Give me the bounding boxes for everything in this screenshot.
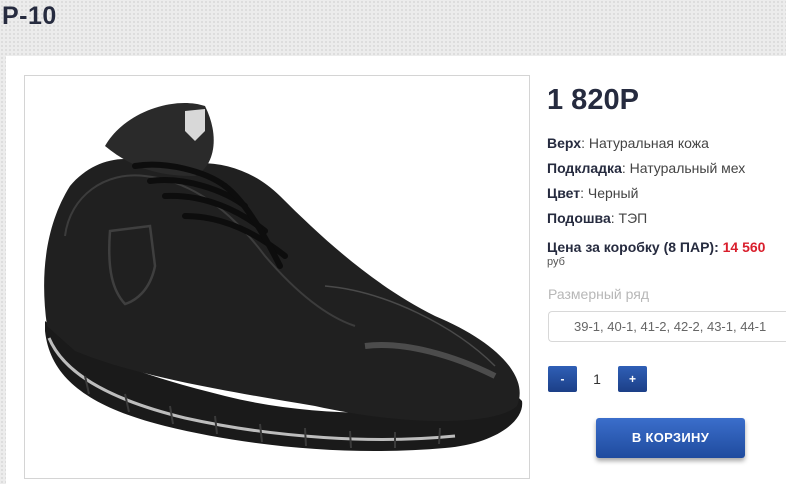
spec-label: Верх: [547, 135, 582, 151]
box-price-currency: руб: [547, 256, 565, 268]
product-price: 1 820Р: [547, 84, 639, 116]
spec-sole: Подошва: ТЭП: [547, 210, 648, 226]
sizes-select[interactable]: 39-1, 40-1, 41-2, 42-2, 43-1, 44-1: [548, 311, 786, 342]
quantity-increase-button[interactable]: +: [618, 366, 647, 392]
spec-value: ТЭП: [618, 210, 648, 226]
spec-value: Натуральная кожа: [588, 135, 709, 151]
spec-color: Цвет: Черный: [547, 185, 639, 201]
quantity-decrease-button[interactable]: -: [548, 366, 577, 392]
product-title: P-10: [2, 2, 57, 30]
spec-value: Черный: [587, 185, 639, 201]
add-to-cart-button[interactable]: В КОРЗИНУ: [596, 418, 745, 458]
sizes-label: Размерный ряд: [548, 286, 650, 302]
quantity-input[interactable]: 1: [580, 366, 614, 392]
spec-label: Подошва: [547, 210, 611, 226]
spec-label: Подкладка: [547, 160, 622, 176]
box-price: Цена за коробку (8 ПАР): 14 560: [547, 239, 765, 255]
box-price-value: 14 560: [722, 239, 766, 255]
product-photo[interactable]: [24, 75, 530, 479]
spec-upper: Верх: Натуральная кожа: [547, 135, 709, 151]
spec-value: Натуральный мех: [629, 160, 746, 176]
box-price-label: Цена за коробку (8 ПАР):: [547, 239, 719, 255]
spec-lining: Подкладка: Натуральный мех: [547, 160, 746, 176]
shoe-image: [44, 102, 523, 452]
spec-label: Цвет: [547, 185, 581, 201]
